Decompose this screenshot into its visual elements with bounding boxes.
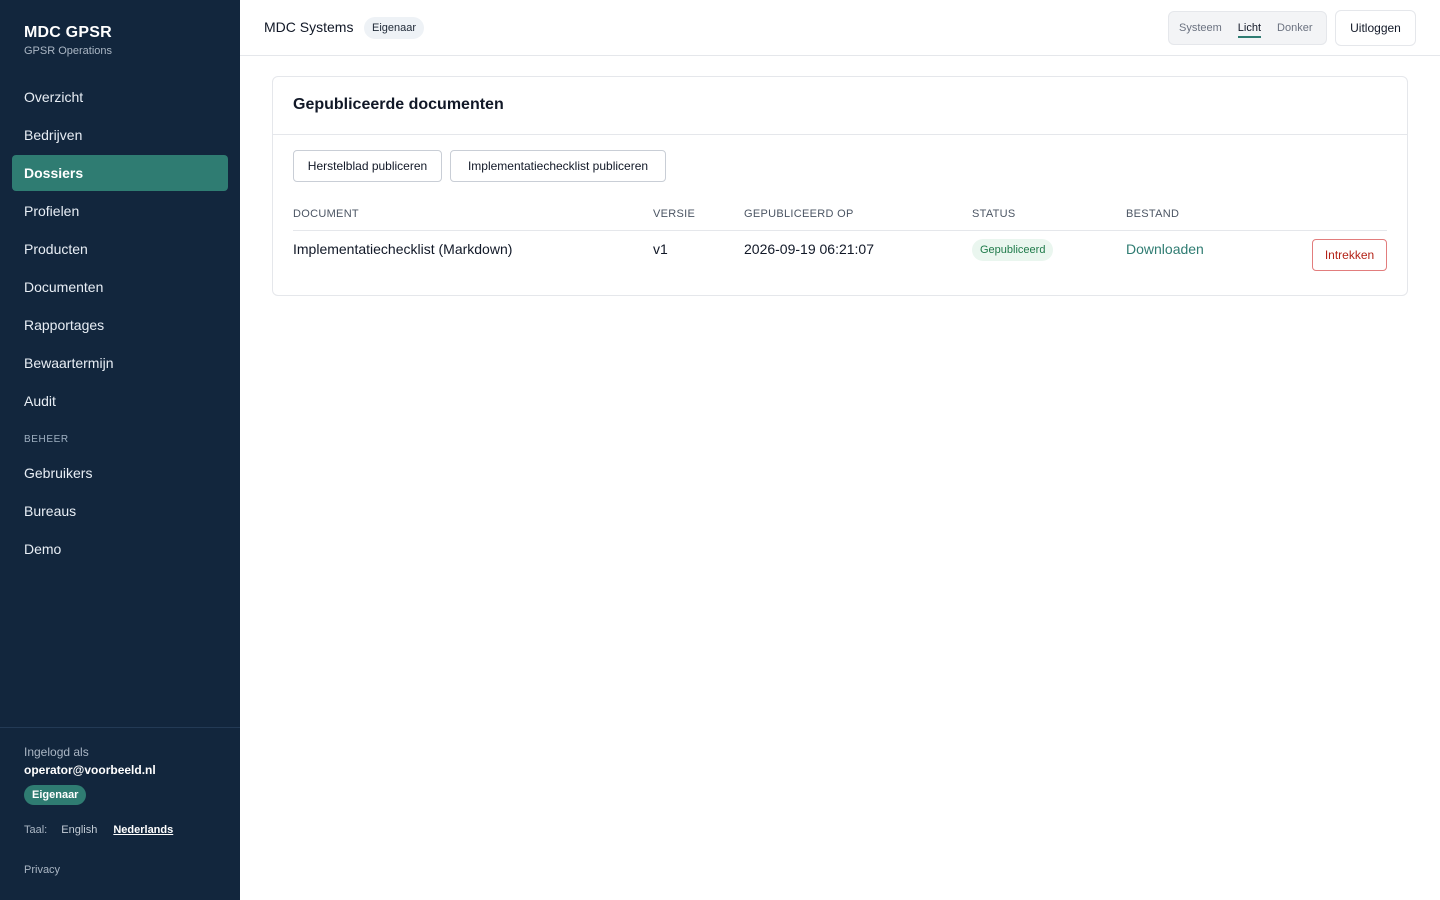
app-title: MDC GPSR [24, 24, 112, 41]
user-email: operator@voorbeeld.nl [24, 763, 156, 777]
sidebar-item-documenten[interactable]: Documenten [12, 269, 228, 305]
card-title: Gepubliceerde documenten [273, 77, 1407, 135]
theme-switcher: Systeem Licht Donker [1168, 11, 1327, 45]
sidebar-footer: Ingelogd als operator@voorbeeld.nl Eigen… [0, 727, 240, 900]
status-badge: Gepubliceerd [972, 239, 1054, 261]
theme-option-licht[interactable]: Licht [1237, 11, 1262, 45]
publish-repair-sheet-button[interactable]: Herstelblad publiceren [293, 150, 442, 182]
theme-option-donker[interactable]: Donker [1277, 11, 1312, 45]
column-header-file: BESTAND [1126, 208, 1180, 220]
sidebar-item-dossiers[interactable]: Dossiers [12, 155, 228, 191]
sidebar-item-producten[interactable]: Producten [12, 231, 228, 267]
column-header-document: DOCUMENT [293, 208, 359, 220]
sidebar-item-demo[interactable]: Demo [12, 531, 228, 567]
sidebar-item-rapportages[interactable]: Rapportages [12, 307, 228, 343]
language-label: Taal: [24, 824, 48, 836]
column-header-version: VERSIE [653, 208, 696, 220]
table-header-divider [293, 230, 1387, 231]
topbar: MDC Systems Eigenaar Systeem Licht Donke… [240, 0, 1440, 56]
brand: MDC GPSR GPSR Operations [24, 24, 112, 57]
sidebar-item-bedrijven[interactable]: Bedrijven [12, 117, 228, 153]
sidebar-item-overzicht[interactable]: Overzicht [12, 79, 228, 115]
column-header-published-at: GEPUBLICEERD OP [744, 208, 854, 220]
download-link[interactable]: Downloaden [1126, 241, 1204, 257]
privacy-link[interactable]: Privacy [24, 864, 60, 876]
sidebar-item-profielen[interactable]: Profielen [12, 193, 228, 229]
language-option-nederlands[interactable]: Nederlands [113, 824, 173, 836]
main-nav: Overzicht Bedrijven Dossiers Profielen P… [12, 79, 228, 569]
user-role-badge: Eigenaar [24, 785, 87, 805]
language-option-english[interactable]: English [61, 824, 97, 836]
logged-in-label: Ingelogd als [24, 745, 89, 759]
cell-document: Implementatiechecklist (Markdown) [293, 241, 513, 257]
sidebar-item-bewaartermijn[interactable]: Bewaartermijn [12, 345, 228, 381]
sidebar-item-audit[interactable]: Audit [12, 383, 228, 419]
column-header-status: STATUS [972, 208, 1016, 220]
organization-name: MDC Systems [264, 19, 354, 35]
organization-role-badge: Eigenaar [364, 17, 425, 39]
theme-option-systeem[interactable]: Systeem [1179, 11, 1222, 45]
published-documents-card: Gepubliceerde documenten Herstelblad pub… [272, 76, 1408, 296]
sidebar-section-beheer: BEHEER [24, 434, 69, 445]
sidebar-item-gebruikers[interactable]: Gebruikers [12, 455, 228, 491]
cell-published-at: 2026-09-19 06:21:07 [744, 241, 874, 257]
publish-checklist-button[interactable]: Implementatiechecklist publiceren [450, 150, 666, 182]
language-switcher: Taal: English Nederlands [24, 824, 189, 836]
sidebar-item-bureaus[interactable]: Bureaus [12, 493, 228, 529]
revoke-button[interactable]: Intrekken [1312, 239, 1387, 271]
sidebar: MDC GPSR GPSR Operations Overzicht Bedri… [0, 0, 240, 900]
cell-version: v1 [653, 241, 668, 257]
app-subtitle: GPSR Operations [24, 45, 113, 57]
logout-button[interactable]: Uitloggen [1335, 10, 1416, 46]
